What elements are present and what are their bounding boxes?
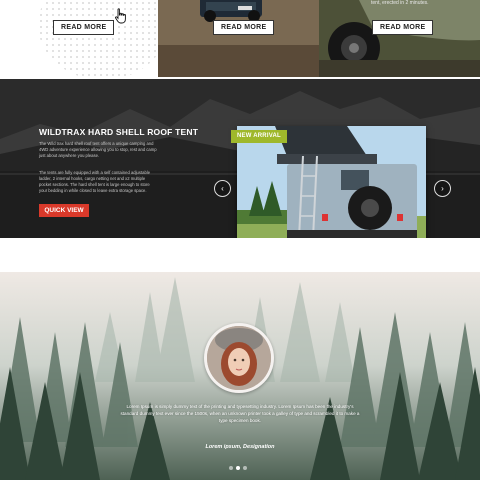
pagination-dot-3[interactable] (243, 466, 247, 470)
chevron-right-icon[interactable]: › (434, 180, 451, 197)
testimonial-avatar (204, 323, 274, 393)
card-3-caption: tent, erected in 2 minutes. (371, 0, 429, 6)
card-2-read-more-button[interactable]: READ MORE (213, 20, 275, 35)
card-1: READ MORE (0, 0, 158, 77)
card-3-read-more-button[interactable]: READ MORE (372, 20, 434, 35)
testimonial-pagination (229, 466, 247, 470)
testimonial-section: Lorem Ipsum is simply dummy text of the … (0, 272, 480, 480)
card-2: READ MORE (158, 0, 319, 77)
card-3-image (319, 0, 480, 77)
new-arrival-badge: NEW ARRIVAL (231, 130, 287, 143)
featured-cards-row: READ MORE READ MORE tent, erected in 2 m… (0, 0, 480, 77)
testimonial-author: Lorem ipsum, Designation (205, 444, 275, 450)
chevron-left-icon[interactable]: ‹ (214, 180, 231, 197)
card-2-image (158, 0, 319, 77)
pagination-dot-1[interactable] (229, 466, 233, 470)
hand-pointer-icon (115, 8, 126, 24)
slide-title: WILDTRAX HARD SHELL ROOF TENT (39, 127, 199, 137)
decorative-dots (38, 0, 158, 77)
slide-description-2: The tents are fully equipped with a self… (39, 170, 151, 193)
quick-view-button[interactable]: QUICK VIEW (39, 204, 89, 217)
card-3: tent, erected in 2 minutes. READ MORE (319, 0, 480, 77)
slide-description-1: The Wild trax hard shell roof tent offer… (39, 141, 157, 158)
pagination-dot-2[interactable] (236, 466, 240, 470)
card-1-read-more-button[interactable]: READ MORE (53, 20, 115, 35)
testimonial-quote: Lorem Ipsum is simply dummy text of the … (120, 404, 360, 423)
product-slider: WILDTRAX HARD SHELL ROOF TENT The Wild t… (0, 79, 480, 238)
